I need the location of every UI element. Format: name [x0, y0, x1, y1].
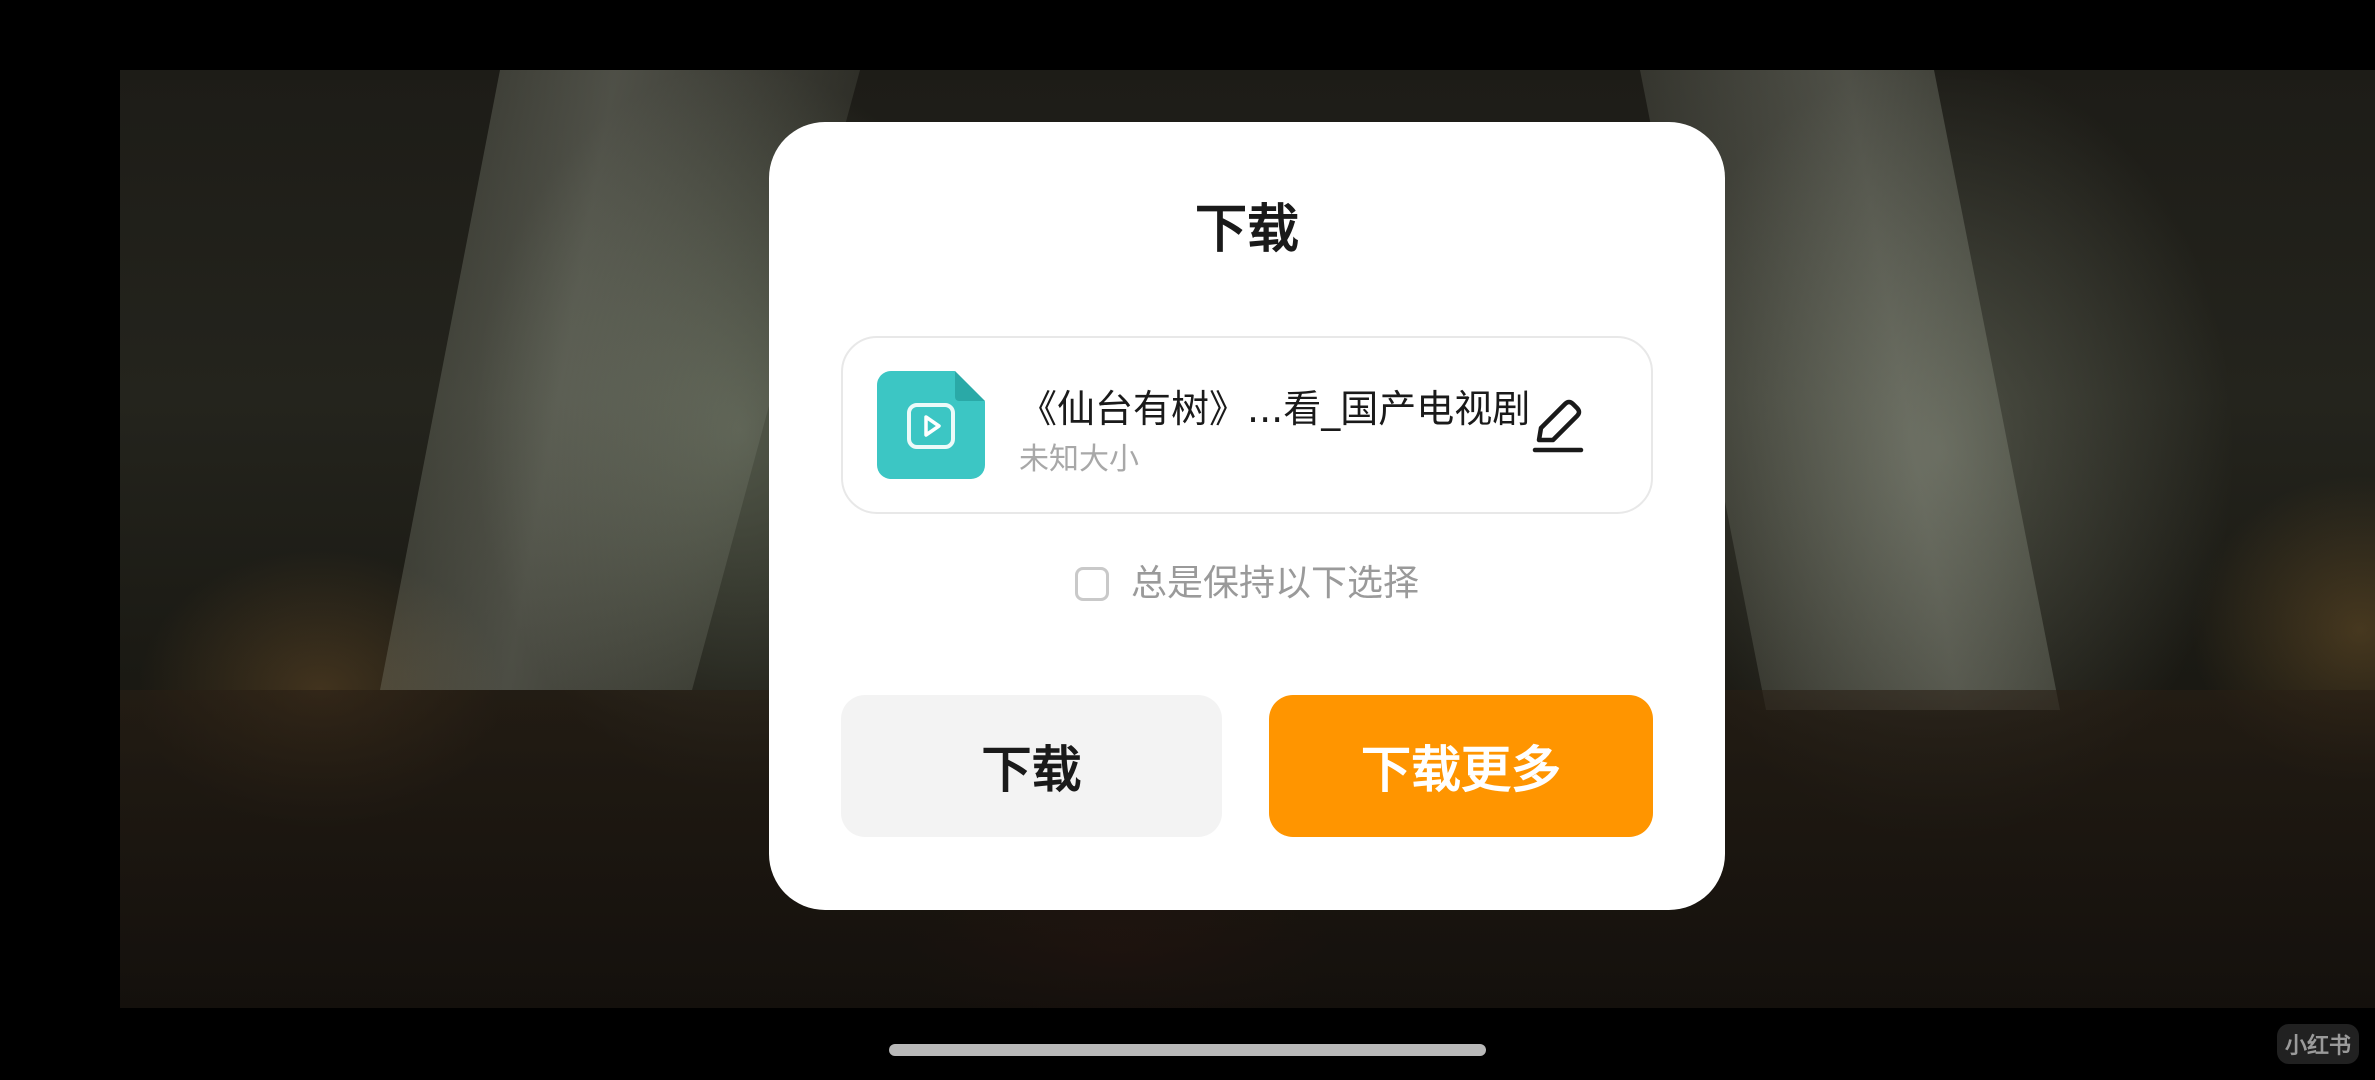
always-keep-label: 总是保持以下选择 [1130, 563, 1419, 604]
pencil-icon [1532, 399, 1584, 453]
watermark-logo: 小红书 [2277, 1024, 2359, 1064]
always-keep-checkbox[interactable] [1074, 567, 1109, 601]
always-keep-row: 总是保持以下选择 [769, 562, 1725, 612]
always-keep-toggle[interactable]: 总是保持以下选择 [1074, 562, 1419, 606]
home-indicator[interactable] [889, 1044, 1486, 1056]
download-dialog: 下载 《仙台有树》...看_国产电视剧 未知大小 总是保持以下选择 下载 下载更… [769, 122, 1725, 910]
download-more-button[interactable]: 下载更多 [1269, 695, 1653, 837]
file-icon-fold [955, 371, 985, 401]
dialog-title: 下载 [1194, 200, 1299, 260]
file-card: 《仙台有树》...看_国产电视剧 未知大小 [841, 336, 1653, 514]
play-icon [907, 403, 955, 449]
edit-filename-button[interactable] [1525, 392, 1591, 458]
file-name: 《仙台有树》...看_国产电视剧 [1019, 387, 1531, 431]
download-button[interactable]: 下载 [841, 695, 1222, 837]
screen: 下载 《仙台有树》...看_国产电视剧 未知大小 总是保持以下选择 下载 下载更… [0, 0, 2375, 1080]
file-size: 未知大小 [1019, 442, 1139, 477]
